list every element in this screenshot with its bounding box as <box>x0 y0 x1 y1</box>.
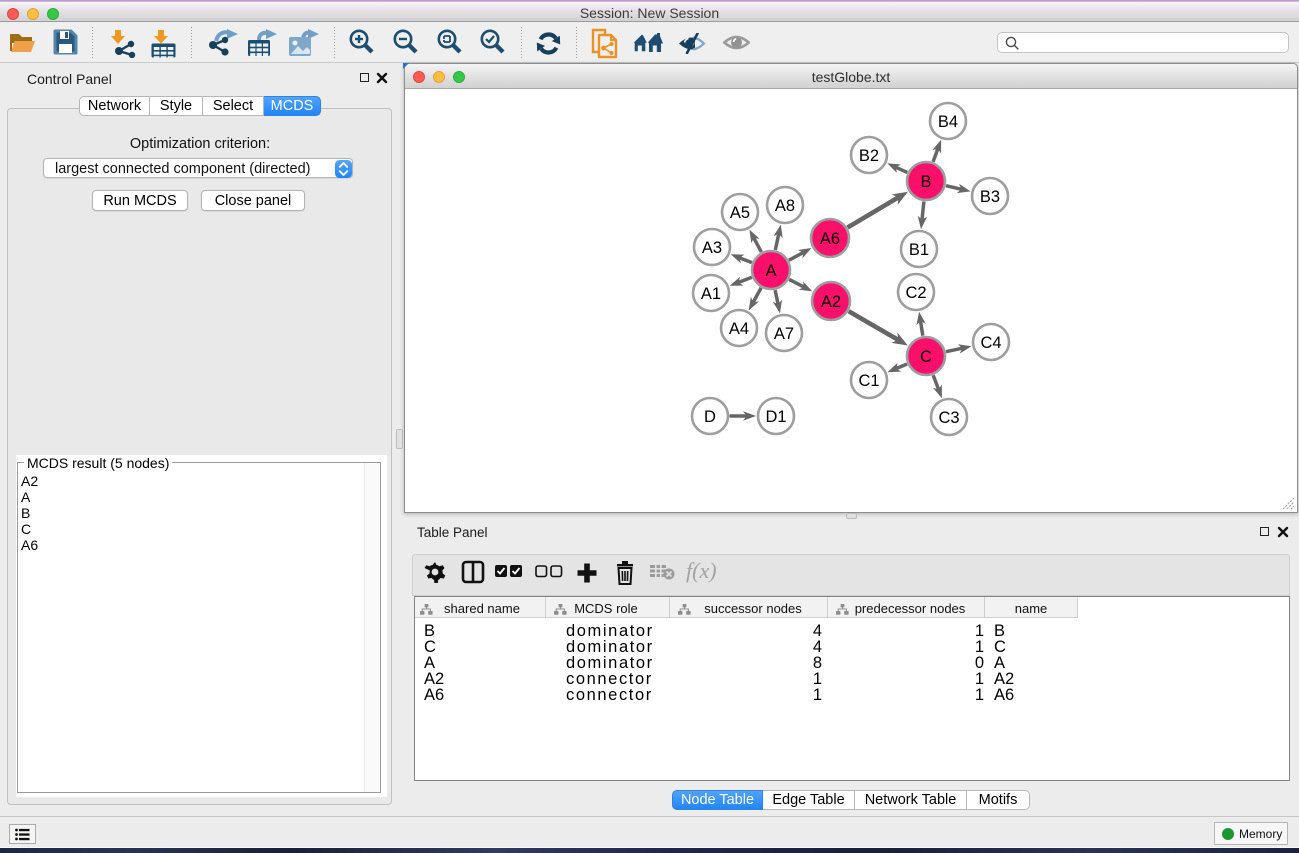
svg-text:C3: C3 <box>938 409 959 427</box>
svg-text:C: C <box>920 348 932 366</box>
svg-text:B3: B3 <box>980 188 1000 206</box>
svg-text:B2: B2 <box>859 147 879 165</box>
svg-text:A5: A5 <box>730 204 750 222</box>
svg-text:B1: B1 <box>909 241 929 259</box>
svg-text:A2: A2 <box>821 293 841 311</box>
svg-text:A3: A3 <box>702 239 722 257</box>
svg-text:C4: C4 <box>980 334 1001 352</box>
svg-text:A6: A6 <box>820 230 840 248</box>
svg-text:B: B <box>920 173 931 191</box>
svg-text:A1: A1 <box>701 285 721 303</box>
svg-text:B4: B4 <box>938 113 958 131</box>
svg-text:D: D <box>704 408 716 426</box>
svg-text:D1: D1 <box>765 408 786 426</box>
svg-text:A4: A4 <box>729 320 749 338</box>
svg-text:C1: C1 <box>858 372 879 390</box>
svg-text:A8: A8 <box>775 197 795 215</box>
svg-text:A7: A7 <box>774 325 794 343</box>
svg-text:A: A <box>765 262 776 280</box>
svg-text:C2: C2 <box>905 284 926 302</box>
